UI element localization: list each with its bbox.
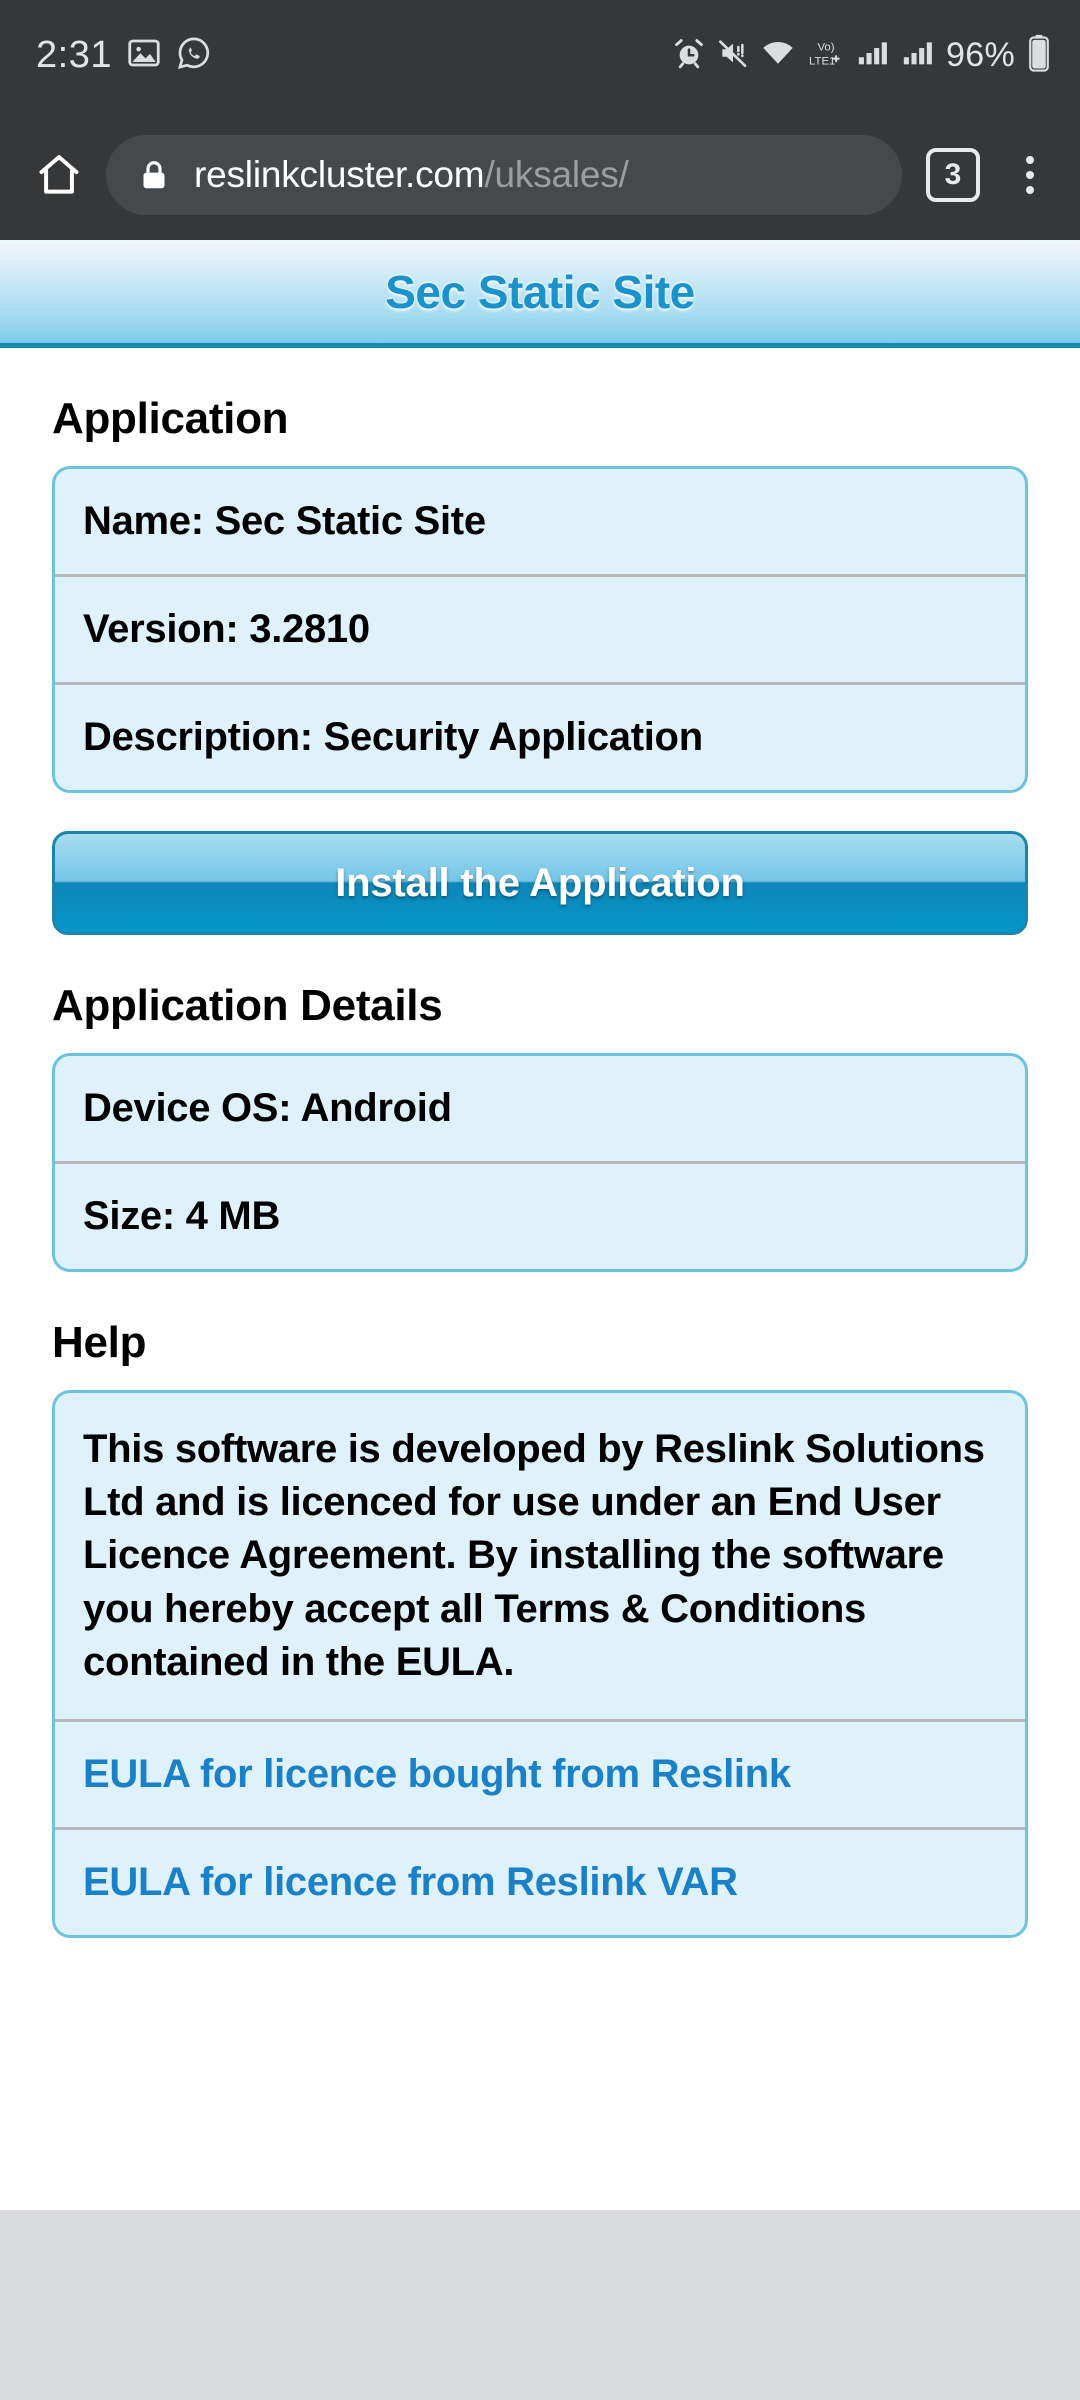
web-page: Sec Static Site Application Name: Sec St… [0,240,1080,2400]
alarm-icon [672,36,706,75]
mute-icon [717,36,749,75]
menu-dot [1026,156,1034,164]
android-status-bar: 2:31 Vo) LTE1 96% [0,0,1080,110]
install-button-wrapper: Install the Application [52,831,1028,935]
status-clock: 2:31 [36,33,112,76]
browser-toolbar: reslinkcluster.com/uksales/ 3 [0,110,1080,240]
application-card: Name: Sec Static Site Version: 3.2810 De… [52,466,1028,793]
signal-sim1-icon [856,36,890,75]
tab-switcher-button[interactable]: 3 [926,148,980,202]
home-icon[interactable] [28,144,90,206]
volte-icon: Vo) LTE1 [807,36,845,75]
page-content: Application Name: Sec Static Site Versio… [0,348,1080,2210]
battery-percentage: 96% [946,35,1015,74]
url-display: reslinkcluster.com/uksales/ [194,154,629,196]
svg-text:LTE1: LTE1 [809,55,835,67]
address-bar[interactable]: reslinkcluster.com/uksales/ [106,135,902,215]
application-details-heading: Application Details [52,981,443,1030]
url-domain: reslinkcluster.com [194,154,485,195]
more-options-icon[interactable] [1002,140,1058,210]
application-details-card: Device OS: Android Size: 4 MB [52,1053,1028,1272]
status-bar-right: Vo) LTE1 96% [672,34,1050,77]
table-row: Device OS: Android [83,1086,452,1130]
install-application-button[interactable]: Install the Application [52,831,1028,935]
status-bar-left: 2:31 [36,34,212,77]
table-row: Version: 3.2810 [55,574,1025,682]
site-header: Sec Static Site [0,240,1080,348]
gallery-icon [126,35,162,76]
menu-dot [1026,171,1034,179]
svg-text:Vo): Vo) [817,41,834,53]
eula-var-link[interactable]: EULA for licence from Reslink VAR [55,1826,1025,1935]
menu-dot [1026,186,1034,194]
help-body-text: This software is developed by Reslink So… [83,1427,985,1684]
table-row: Size: 4 MB [55,1161,1025,1269]
table-row: Description: Security Application [55,682,1025,790]
battery-icon [1028,34,1050,77]
help-heading: Help [52,1318,147,1367]
eula-reslink-link[interactable]: EULA for licence bought from Reslink [55,1718,1025,1827]
whatsapp-icon [176,35,212,76]
wifi-icon [760,36,796,75]
lock-icon [136,157,172,193]
page-title: Sec Static Site [385,265,695,318]
url-path: /uksales/ [484,154,629,195]
signal-sim2-icon [901,36,935,75]
table-row: Name: Sec Static Site [83,499,486,543]
navigation-bar-area [0,2210,1080,2400]
phone-screen: 2:31 Vo) LTE1 96% reslinkcluster.com/uks… [0,0,1080,2400]
help-card: This software is developed by Reslink So… [52,1390,1028,1938]
application-heading: Application [52,394,289,443]
